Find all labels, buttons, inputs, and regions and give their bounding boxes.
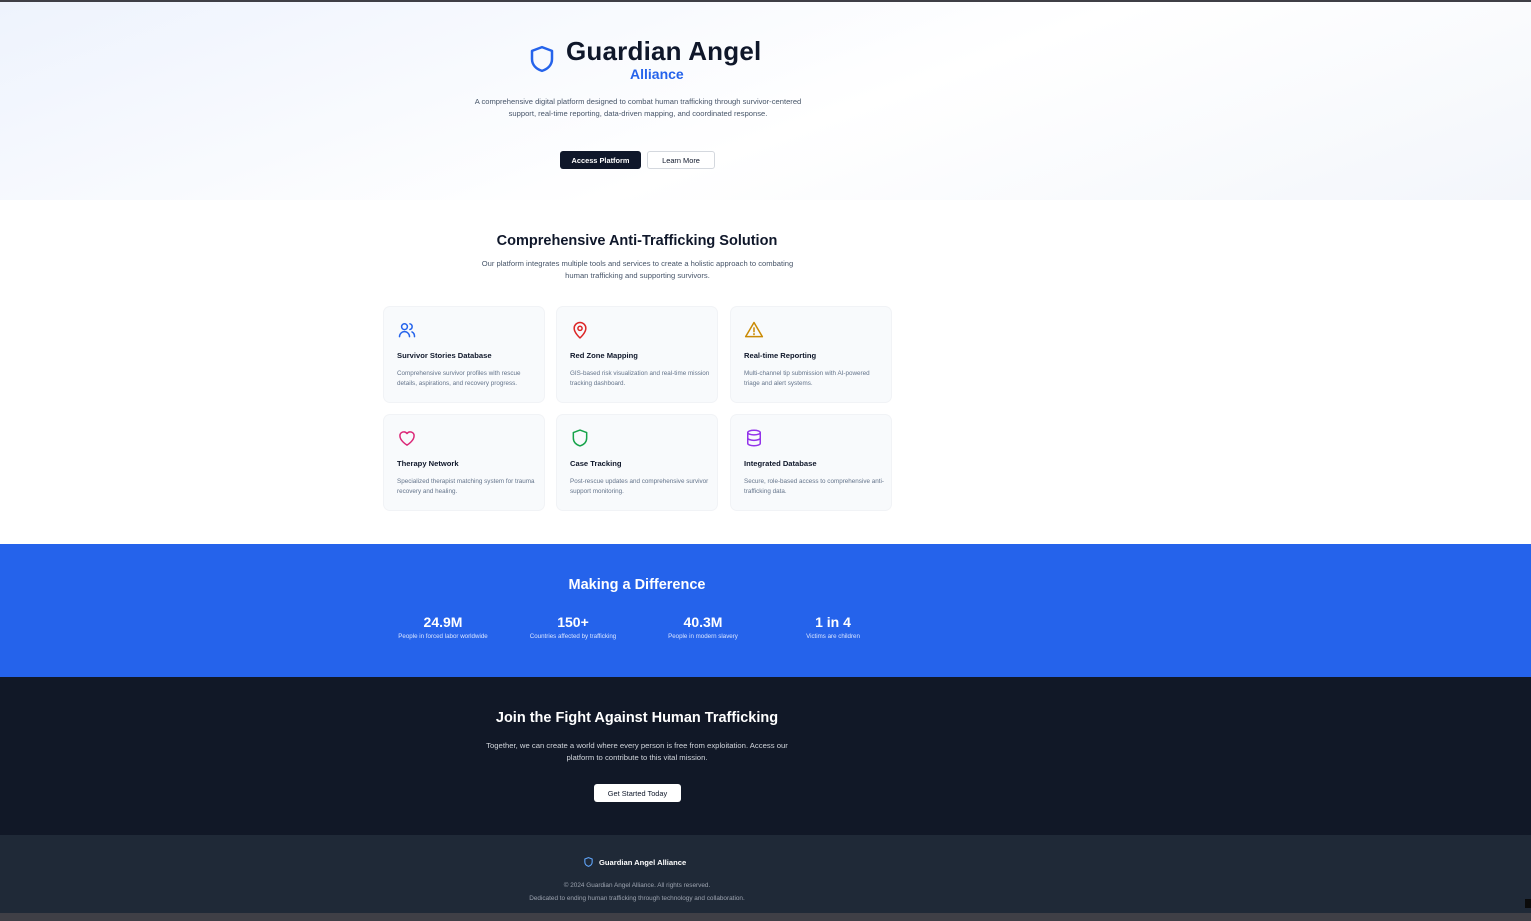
card-description: Secure, role-based access to comprehensi… <box>744 478 885 495</box>
edge-marker <box>1525 899 1531 908</box>
stat-value: 150+ <box>557 614 589 630</box>
stat-children: 1 in 4 Victims are children <box>768 614 898 640</box>
card-description: Specialized therapist matching system fo… <box>397 478 535 495</box>
stats-title: Making a Difference <box>568 577 706 593</box>
hero-subtitle: Alliance <box>630 66 684 82</box>
footer: Guardian Angel Alliance © 2024 Guardian … <box>0 835 1531 913</box>
card-description: Multi-channel tip submission with AI-pow… <box>744 370 870 387</box>
cta-title: Join the Fight Against Human Trafficking <box>495 710 779 726</box>
features-title: Comprehensive Anti-Trafficking Solution <box>496 233 778 249</box>
stat-forced-labor: 24.9M People in forced labor worldwide <box>378 614 508 640</box>
card-title: Therapy Network <box>397 459 459 468</box>
shield-icon <box>572 429 588 447</box>
footer-copyright: © 2024 Guardian Angel Alliance. All righ… <box>563 882 711 889</box>
hero-title: Guardian Angel <box>566 36 762 66</box>
stat-label: Countries affected by trafficking <box>529 633 617 640</box>
card-title: Case Tracking <box>570 459 622 468</box>
card-description: Comprehensive survivor profiles with res… <box>397 370 521 387</box>
hero-section: Guardian Angel Alliance A comprehensive … <box>0 2 1531 200</box>
users-icon <box>398 323 416 338</box>
stats-section: Making a Difference 24.9M People in forc… <box>0 544 1531 677</box>
footer-brand: Guardian Angel Alliance <box>583 856 686 868</box>
stat-label: People in forced labor worldwide <box>398 633 488 640</box>
database-icon <box>747 429 761 447</box>
cta-description: Together, we can create a world where ev… <box>486 741 788 762</box>
feature-card-case-tracking[interactable]: Case Tracking Post-rescue updates and co… <box>557 415 717 510</box>
stat-value: 1 in 4 <box>815 614 851 630</box>
get-started-button[interactable]: Get Started Today <box>594 784 681 802</box>
feature-card-red-zone-mapping[interactable]: Red Zone Mapping GIS-based risk visualiz… <box>557 307 717 402</box>
footer-tagline: Dedicated to ending human trafficking th… <box>529 895 745 902</box>
feature-card-real-time-reporting[interactable]: Real-time Reporting Multi-channel tip su… <box>731 307 891 402</box>
access-platform-button[interactable]: Access Platform <box>560 151 641 169</box>
card-title: Red Zone Mapping <box>570 351 638 360</box>
card-title: Real-time Reporting <box>744 351 817 360</box>
stat-countries: 150+ Countries affected by trafficking <box>508 614 638 640</box>
feature-card-therapy-network[interactable]: Therapy Network Specialized therapist ma… <box>384 415 544 510</box>
card-title: Survivor Stories Database <box>397 351 492 360</box>
map-pin-icon <box>573 321 587 339</box>
feature-card-integrated-database[interactable]: Integrated Database Secure, role-based a… <box>731 415 891 510</box>
hero-description: A comprehensive digital platform designe… <box>474 97 802 118</box>
card-description: Post-rescue updates and comprehensive su… <box>570 478 709 495</box>
feature-card-survivor-stories[interactable]: Survivor Stories Database Comprehensive … <box>384 307 544 402</box>
cta-section: Join the Fight Against Human Trafficking… <box>0 677 1531 835</box>
stat-label: People in modern slavery <box>668 633 738 640</box>
brand-header: Guardian Angel Alliance <box>527 36 767 86</box>
shield-icon <box>584 857 593 867</box>
shield-icon <box>530 45 554 73</box>
bottom-border <box>0 913 1531 921</box>
card-title: Integrated Database <box>744 459 817 468</box>
features-description: Our platform integrates multiple tools a… <box>481 259 794 280</box>
alert-triangle-icon <box>744 321 764 338</box>
card-description: GIS-based risk visualization and real-ti… <box>570 370 710 387</box>
stat-modern-slavery: 40.3M People in modern slavery <box>638 614 768 640</box>
heart-icon <box>399 431 415 446</box>
stat-value: 24.9M <box>423 614 463 630</box>
stat-label: Victims are children <box>806 633 860 640</box>
footer-brand-name: Guardian Angel Alliance <box>599 857 687 867</box>
learn-more-button[interactable]: Learn More <box>647 151 715 169</box>
stat-value: 40.3M <box>683 614 723 630</box>
